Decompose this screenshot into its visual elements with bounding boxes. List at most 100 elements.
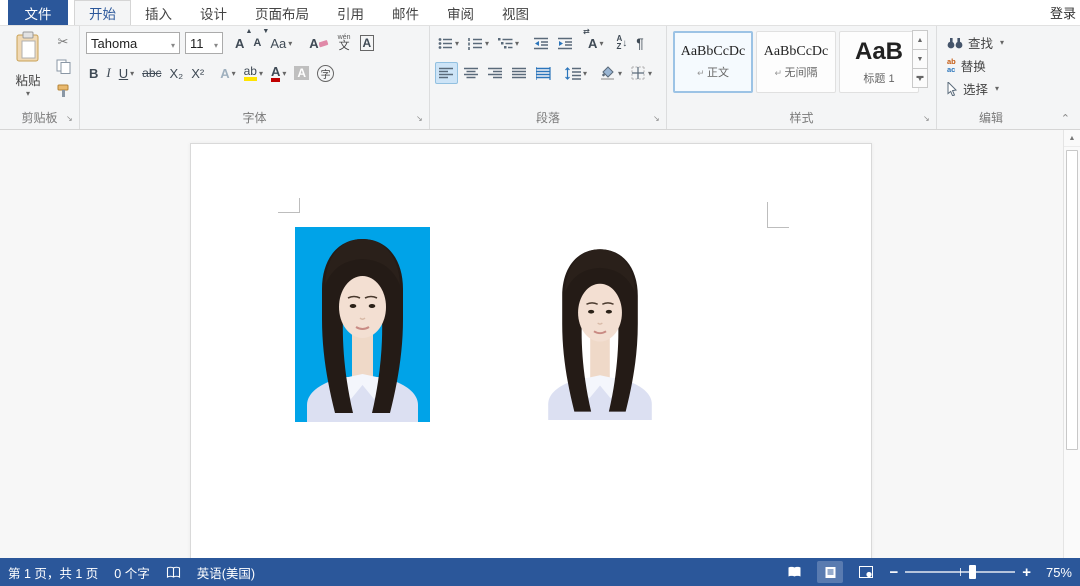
read-mode-icon	[787, 566, 802, 578]
tab-mailings[interactable]: 邮件	[378, 0, 433, 25]
align-left-icon	[439, 67, 454, 80]
align-center-button[interactable]	[461, 62, 482, 84]
subscript-icon: X₂	[170, 66, 184, 81]
italic-button[interactable]: I	[103, 62, 113, 84]
enclose-characters-icon: 字	[317, 65, 334, 82]
styles-scroll-down[interactable]: ▼	[912, 49, 928, 69]
scrollbar-thumb[interactable]	[1066, 150, 1078, 450]
word-window: 文件 开始 插入 设计 页面布局 引用 邮件 审阅 视图 登录 粘贴 ▾ ✂	[0, 0, 1080, 586]
phonetic-icon: 文	[339, 41, 350, 52]
font-name-combobox[interactable]: Tahoma	[86, 32, 180, 54]
tab-references[interactable]: 引用	[323, 0, 378, 25]
read-mode-button[interactable]	[781, 561, 807, 583]
print-layout-button[interactable]	[817, 561, 843, 583]
sort-button[interactable]: AZ ↓	[613, 32, 630, 54]
word-count-status[interactable]: 0 个字	[114, 563, 149, 582]
tab-file[interactable]: 文件	[8, 0, 68, 25]
cut-button[interactable]: ✂	[52, 32, 74, 52]
align-right-icon	[488, 67, 503, 80]
style-preview: AaB	[855, 38, 903, 66]
tab-design[interactable]: 设计	[186, 0, 241, 25]
tab-home[interactable]: 开始	[74, 0, 131, 25]
tab-review[interactable]: 审阅	[433, 0, 488, 25]
styles-scroll-up[interactable]: ▲	[912, 30, 928, 50]
vertical-scrollbar[interactable]: ▲	[1063, 130, 1080, 558]
style-normal[interactable]: AaBbCcDc 正文	[673, 31, 753, 93]
id-photo-blue-background[interactable]	[295, 227, 430, 422]
subscript-button[interactable]: X₂	[167, 62, 187, 84]
show-hide-marks-button[interactable]: ¶	[633, 32, 647, 54]
superscript-icon: X²	[191, 66, 204, 81]
zoom-slider-track[interactable]	[905, 571, 1015, 573]
justify-button[interactable]	[509, 62, 530, 84]
decrease-indent-button[interactable]	[531, 32, 552, 54]
style-heading1[interactable]: AaB 标题 1	[839, 31, 919, 93]
bold-button[interactable]: B	[86, 62, 101, 84]
styles-gallery-more[interactable]: ▬▼	[912, 68, 928, 88]
character-border-button[interactable]: A	[357, 32, 378, 54]
align-left-button[interactable]	[435, 62, 458, 84]
asian-layout-button[interactable]: A⇄	[585, 32, 606, 54]
grow-font-button[interactable]: A▲	[232, 32, 247, 54]
bullets-button[interactable]	[435, 32, 462, 54]
scroll-up-arrow[interactable]: ▲	[1064, 130, 1080, 147]
zoom-level[interactable]: 75%	[1038, 565, 1072, 580]
shading-button[interactable]	[597, 62, 625, 84]
strikethrough-button[interactable]: abc	[139, 62, 164, 84]
collapse-ribbon-button[interactable]: ⌃	[1061, 112, 1070, 125]
style-preview: AaBbCcDc	[764, 44, 829, 60]
tab-view[interactable]: 视图	[488, 0, 543, 25]
zoom-slider-thumb[interactable]	[969, 565, 976, 579]
bold-icon: B	[89, 66, 98, 81]
format-painter-button[interactable]	[52, 80, 74, 100]
italic-icon: I	[106, 65, 110, 81]
page-number-status[interactable]: 第 1 页，共 1 页	[8, 563, 98, 582]
underline-button[interactable]: U	[116, 62, 137, 84]
sort-arrow-icon: ↓	[622, 38, 627, 49]
text-highlight-button[interactable]: ab	[241, 62, 266, 84]
font-size-combobox[interactable]: 11	[185, 32, 223, 54]
paste-dropdown[interactable]: ▾	[6, 89, 50, 98]
align-right-button[interactable]	[485, 62, 506, 84]
language-status[interactable]: 英语(美国)	[197, 563, 255, 582]
web-layout-button[interactable]	[853, 561, 879, 583]
font-name-value: Tahoma	[91, 36, 137, 51]
find-label: 查找	[968, 33, 993, 52]
zoom-out-button[interactable]: −	[889, 565, 898, 580]
phonetic-guide-button[interactable]: wén 文	[335, 32, 354, 54]
clipboard-dialog-launcher[interactable]	[65, 116, 75, 126]
multilevel-list-button[interactable]	[495, 32, 522, 54]
font-color-button[interactable]: A	[268, 62, 289, 84]
zoom-in-button[interactable]: +	[1022, 565, 1031, 580]
proofing-book-icon	[166, 566, 181, 579]
id-photo-white-background[interactable]	[537, 233, 663, 425]
copy-button[interactable]	[52, 56, 74, 76]
text-effects-button[interactable]: A	[217, 62, 238, 84]
sign-in-button[interactable]: 登录	[1038, 0, 1080, 25]
increase-indent-button[interactable]	[555, 32, 576, 54]
paste-button[interactable]: 粘贴 ▾	[6, 31, 50, 107]
superscript-button[interactable]: X²	[188, 62, 207, 84]
distribute-button[interactable]	[533, 62, 554, 84]
select-button[interactable]: 选择	[947, 79, 999, 98]
numbering-button[interactable]	[465, 32, 492, 54]
font-dialog-launcher[interactable]	[415, 116, 425, 126]
borders-button[interactable]	[628, 62, 655, 84]
replace-icon: ab ac	[947, 58, 956, 73]
styles-dialog-launcher[interactable]	[922, 116, 932, 126]
find-button[interactable]: 查找	[947, 33, 1004, 52]
document-page[interactable]	[190, 143, 872, 558]
change-case-button[interactable]: Aa	[267, 32, 295, 54]
paragraph-dialog-launcher[interactable]	[652, 116, 662, 126]
proofing-status[interactable]	[166, 566, 181, 579]
replace-button[interactable]: ab ac 替换	[947, 56, 986, 75]
ribbon-tab-bar: 文件 开始 插入 设计 页面布局 引用 邮件 审阅 视图 登录	[0, 0, 1080, 26]
tab-insert[interactable]: 插入	[131, 0, 186, 25]
style-no-spacing[interactable]: AaBbCcDc 无间隔	[756, 31, 836, 93]
clear-formatting-button[interactable]: A	[306, 32, 331, 54]
character-shading-button[interactable]: A	[291, 62, 312, 84]
line-spacing-button[interactable]	[562, 62, 590, 84]
shrink-font-button[interactable]: A▼	[250, 32, 264, 54]
enclose-characters-button[interactable]: 字	[314, 62, 337, 84]
tab-page-layout[interactable]: 页面布局	[241, 0, 323, 25]
